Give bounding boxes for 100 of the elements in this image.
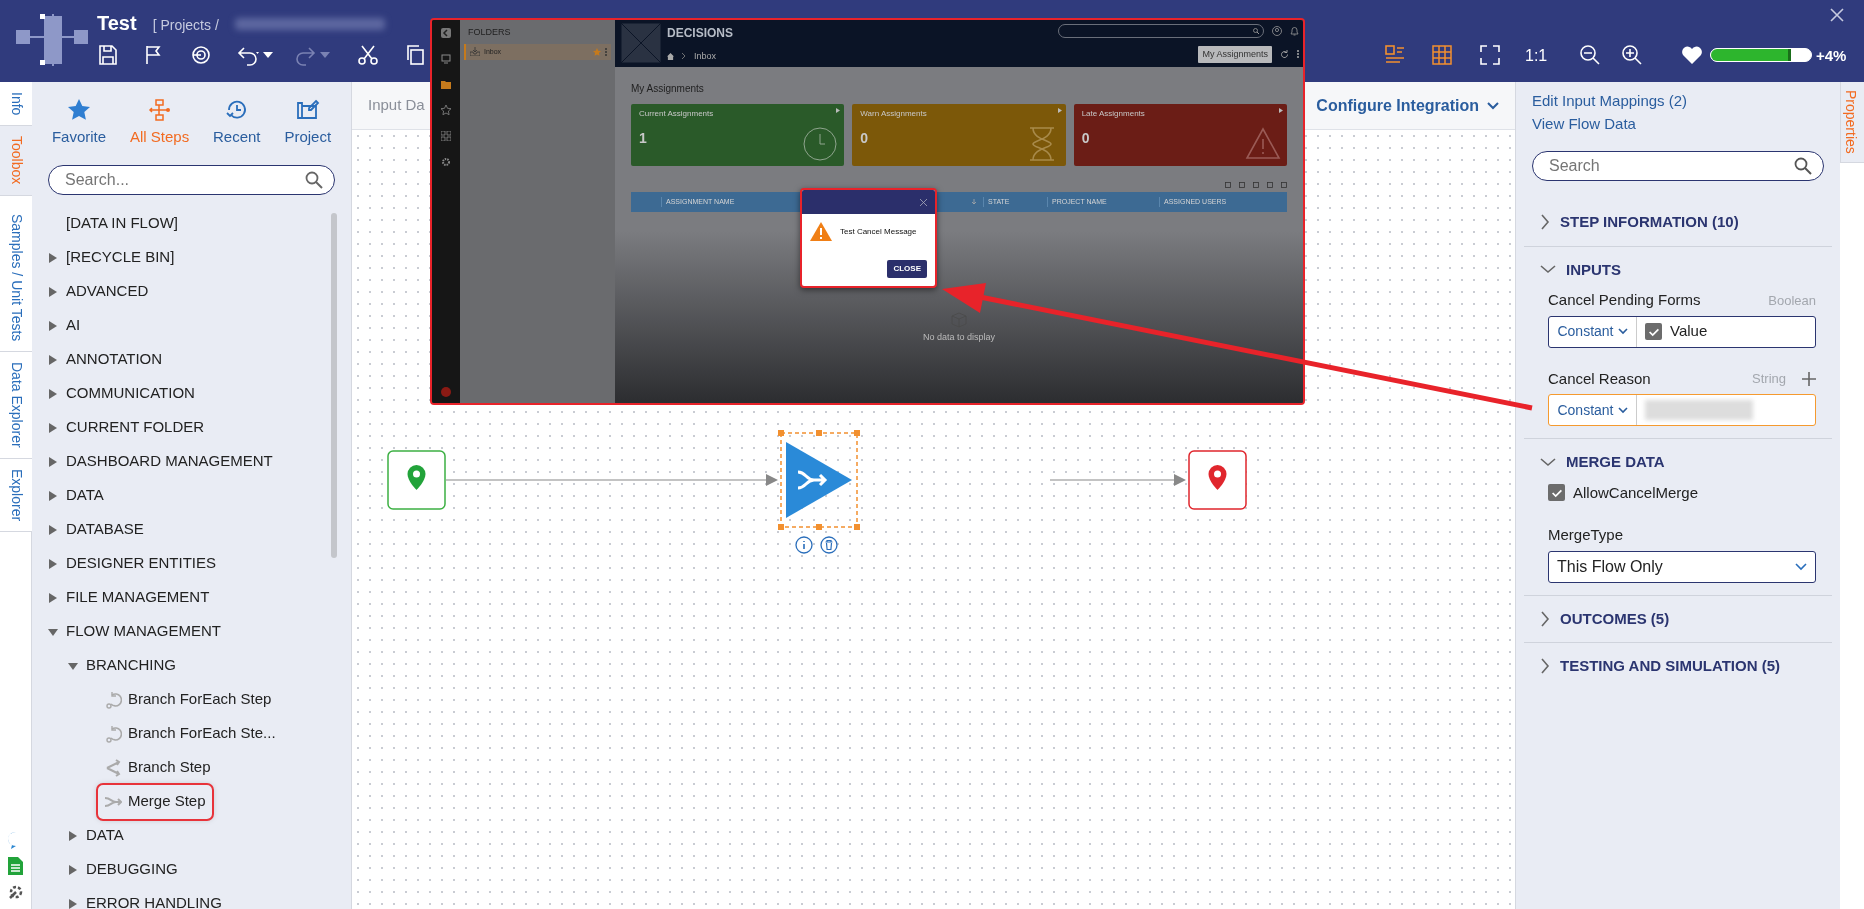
section-header[interactable]: OUTCOMES (5) — [1540, 607, 1670, 630]
collapsed-arrow-icon[interactable] — [48, 456, 58, 467]
section-header[interactable]: MERGE DATA — [1540, 451, 1665, 474]
save-icon[interactable] — [96, 43, 120, 67]
side-tab[interactable]: Samples / Unit Tests — [0, 195, 32, 352]
play-icon[interactable] — [836, 108, 841, 113]
spreadsheet-icon[interactable] — [8, 857, 23, 875]
summary-card[interactable]: Late Assignments 0 — [1073, 104, 1287, 166]
collapsed-arrow-icon[interactable] — [48, 592, 58, 603]
collapsed-arrow-icon[interactable] — [48, 252, 58, 263]
chevron-down-icon — [1617, 328, 1628, 335]
apps-icon[interactable] — [441, 131, 451, 141]
expanded-arrow-icon[interactable] — [68, 660, 78, 671]
collapse-icon[interactable] — [441, 28, 451, 38]
section-header[interactable]: STEP INFORMATION (10) — [1540, 211, 1739, 234]
collapsed-arrow-icon[interactable] — [48, 286, 58, 297]
expanded-arrow-icon[interactable] — [48, 626, 58, 637]
merge-step-node[interactable] — [778, 430, 860, 530]
tree-item[interactable]: AI — [42, 308, 87, 343]
step-filter-tab[interactable]: Favorite — [51, 98, 107, 149]
collapsed-arrow-icon[interactable] — [68, 830, 78, 841]
tree-item[interactable]: ADVANCED — [42, 274, 155, 309]
folder-icon[interactable] — [441, 80, 451, 89]
tree-item[interactable]: [DATA IN FLOW] — [42, 206, 184, 241]
side-tab[interactable]: Data Explorer — [0, 352, 32, 459]
summary-card[interactable]: Current Assignments 1 — [631, 104, 845, 166]
input-field[interactable]: Constant Value — [1548, 315, 1816, 348]
tree-item[interactable]: FILE MANAGEMENT — [42, 580, 216, 615]
collapsed-arrow-icon[interactable] — [48, 354, 58, 365]
tree-item[interactable]: DASHBOARD MANAGEMENT — [42, 444, 279, 479]
trash-icon[interactable] — [820, 536, 838, 554]
input-field[interactable]: Constant — [1548, 394, 1816, 426]
monitor-icon[interactable] — [441, 54, 451, 64]
tree-item[interactable]: COMMUNICATION — [42, 376, 201, 411]
step-item[interactable]: Branch ForEach Ste... — [98, 716, 282, 751]
settings-icon[interactable] — [441, 157, 451, 167]
collapsed-arrow-icon[interactable] — [48, 490, 58, 501]
chevron-down-icon — [1487, 101, 1499, 110]
zoom-in-icon[interactable] — [1620, 43, 1644, 67]
tree-item[interactable]: DESIGNER ENTITIES — [42, 546, 223, 581]
collapsed-arrow-icon[interactable] — [68, 898, 78, 909]
close-icon[interactable] — [1830, 8, 1844, 22]
tree-item[interactable]: DATA — [42, 478, 110, 513]
start-node[interactable] — [387, 450, 446, 510]
tree-item[interactable]: BRANCHING — [62, 648, 182, 683]
step-filter-tab[interactable]: Project — [284, 98, 332, 149]
collapsed-arrow-icon[interactable] — [48, 558, 58, 569]
collapsed-arrow-icon[interactable] — [48, 422, 58, 433]
section-header[interactable]: INPUTS — [1540, 258, 1621, 281]
canvas-tab[interactable]: Configure Integration — [1316, 93, 1499, 118]
bell-icon[interactable] — [1290, 26, 1299, 36]
search-field[interactable]: Search... — [48, 164, 335, 195]
grid-icon[interactable] — [1430, 43, 1454, 67]
tree-item[interactable]: [RECYCLE BIN] — [42, 240, 181, 275]
step-item[interactable]: Merge Step — [98, 784, 212, 819]
fullscreen-icon[interactable] — [1478, 43, 1502, 67]
star-icon[interactable] — [441, 105, 451, 115]
tree-item[interactable]: ANNOTATION — [42, 342, 169, 377]
field-label: MergeType — [1548, 525, 1625, 545]
panel-link[interactable]: View Flow Data — [1532, 112, 1824, 135]
breadcrumb-link[interactable]: Inbox — [694, 49, 717, 63]
info-icon[interactable] — [795, 536, 813, 554]
star-icon[interactable] — [593, 47, 601, 56]
tree-item[interactable]: DEBUGGING — [62, 852, 184, 887]
tree-item[interactable]: DATABASE — [42, 512, 150, 547]
step-item[interactable]: Branch ForEach Step — [98, 682, 278, 717]
project-icon — [295, 98, 320, 122]
tree-item[interactable]: CURRENT FOLDER — [42, 410, 211, 445]
side-tab[interactable]: Info — [0, 82, 32, 127]
plus-icon[interactable] — [1802, 371, 1816, 386]
collapsed-arrow-icon[interactable] — [48, 524, 58, 535]
home-icon[interactable] — [667, 52, 674, 60]
side-tab[interactable]: Explorer — [0, 458, 32, 532]
inbox-icon — [470, 47, 480, 57]
close-button[interactable]: CLOSE — [887, 260, 927, 278]
step-filter-tab[interactable]: Recent — [213, 98, 261, 149]
play-icon[interactable] — [1057, 108, 1062, 113]
user-icon[interactable] — [1272, 26, 1282, 36]
view-button[interactable]: My Assignments — [1198, 45, 1272, 63]
collapsed-arrow-icon[interactable] — [48, 388, 58, 399]
warning-icon — [1245, 126, 1281, 162]
summary-card[interactable]: Warn Assignments 0 — [852, 104, 1066, 166]
end-node[interactable] — [1188, 450, 1247, 510]
play-icon[interactable] — [1279, 108, 1283, 113]
tree-item[interactable]: FLOW MANAGEMENT — [42, 614, 227, 649]
step-item[interactable]: Branch Step — [98, 750, 217, 785]
collapsed-arrow-icon[interactable] — [48, 320, 58, 331]
tree-item[interactable]: DATA — [62, 818, 130, 853]
dropdown[interactable]: This Flow Only — [1548, 550, 1816, 583]
section-header[interactable]: TESTING AND SIMULATION (5) — [1540, 655, 1780, 678]
close-icon[interactable] — [920, 198, 927, 206]
scissors-icon[interactable] — [356, 43, 380, 67]
swirl-icon[interactable] — [189, 43, 213, 67]
checkbox[interactable]: AllowCancelMerge — [1548, 481, 1816, 504]
zoom-out-icon[interactable] — [1578, 43, 1602, 67]
collapsed-arrow-icon[interactable] — [68, 864, 78, 875]
zoom-reset-button[interactable]: 1:1 — [1525, 44, 1548, 68]
tree-item[interactable]: ERROR HANDLING — [62, 886, 228, 909]
panel-link[interactable]: Edit Input Mappings (2) — [1532, 90, 1824, 113]
search-field[interactable]: Search — [1532, 151, 1824, 181]
